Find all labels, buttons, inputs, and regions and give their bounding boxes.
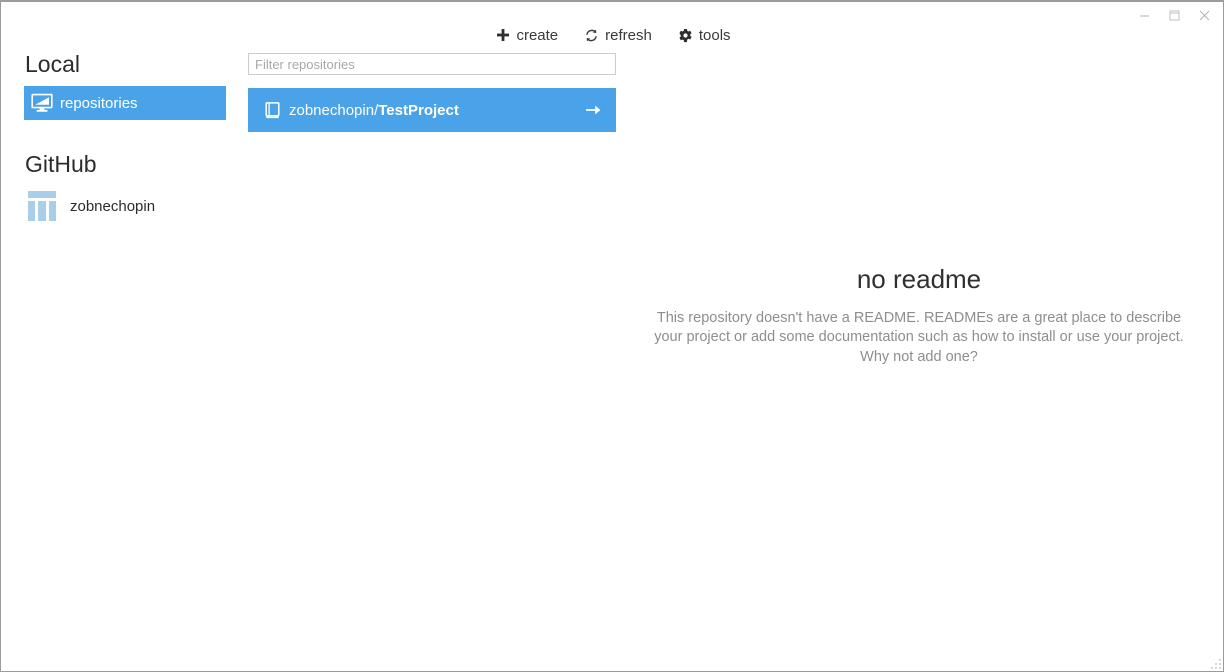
sidebar-item-label: repositories [60, 94, 138, 112]
repository-name: zobnechopin/TestProject [289, 103, 459, 118]
repository-owner: zobnechopin/ [289, 101, 379, 119]
readme-body: This repository doesn't have a README. R… [654, 310, 1184, 365]
maximize-icon [1169, 10, 1180, 21]
repository-project: TestProject [378, 101, 459, 119]
minimize-icon [1139, 10, 1150, 21]
refresh-label: refresh [605, 26, 652, 44]
monitor-icon [24, 93, 60, 113]
refresh-icon [584, 28, 599, 43]
plus-icon [495, 28, 510, 43]
sidebar: Local repositories GitHub zobnechopin [1, 46, 237, 671]
close-icon [1199, 10, 1210, 21]
sidebar-heading-github: GitHub [25, 151, 97, 177]
filter-repositories-input[interactable] [248, 53, 616, 75]
create-label: create [516, 26, 559, 44]
avatar-identicon [24, 188, 60, 224]
arrow-right-icon[interactable] [584, 101, 602, 119]
readme-title: no readme [856, 264, 982, 294]
repository-list-item[interactable]: zobnechopin/TestProject [248, 88, 616, 132]
gear-icon [678, 28, 693, 43]
repository-column: zobnechopin/TestProject [248, 53, 616, 132]
readme-panel: no readme This repository doesn't have a… [629, 264, 1209, 367]
sidebar-heading-local: Local [25, 51, 80, 77]
account-label: zobnechopin [70, 197, 156, 215]
resize-grip[interactable] [1207, 655, 1221, 669]
tools-button[interactable]: tools [678, 28, 731, 43]
refresh-button[interactable]: refresh [584, 28, 652, 43]
create-button[interactable]: create [495, 28, 558, 43]
book-icon [261, 101, 283, 119]
tools-label: tools [698, 26, 731, 44]
app-window: create refresh tools Local repositories … [0, 0, 1224, 672]
sidebar-item-repositories[interactable]: repositories [24, 86, 226, 120]
main-toolbar: create refresh tools [1, 23, 1223, 47]
sidebar-account-zobnechopin[interactable]: zobnechopin [24, 188, 237, 224]
